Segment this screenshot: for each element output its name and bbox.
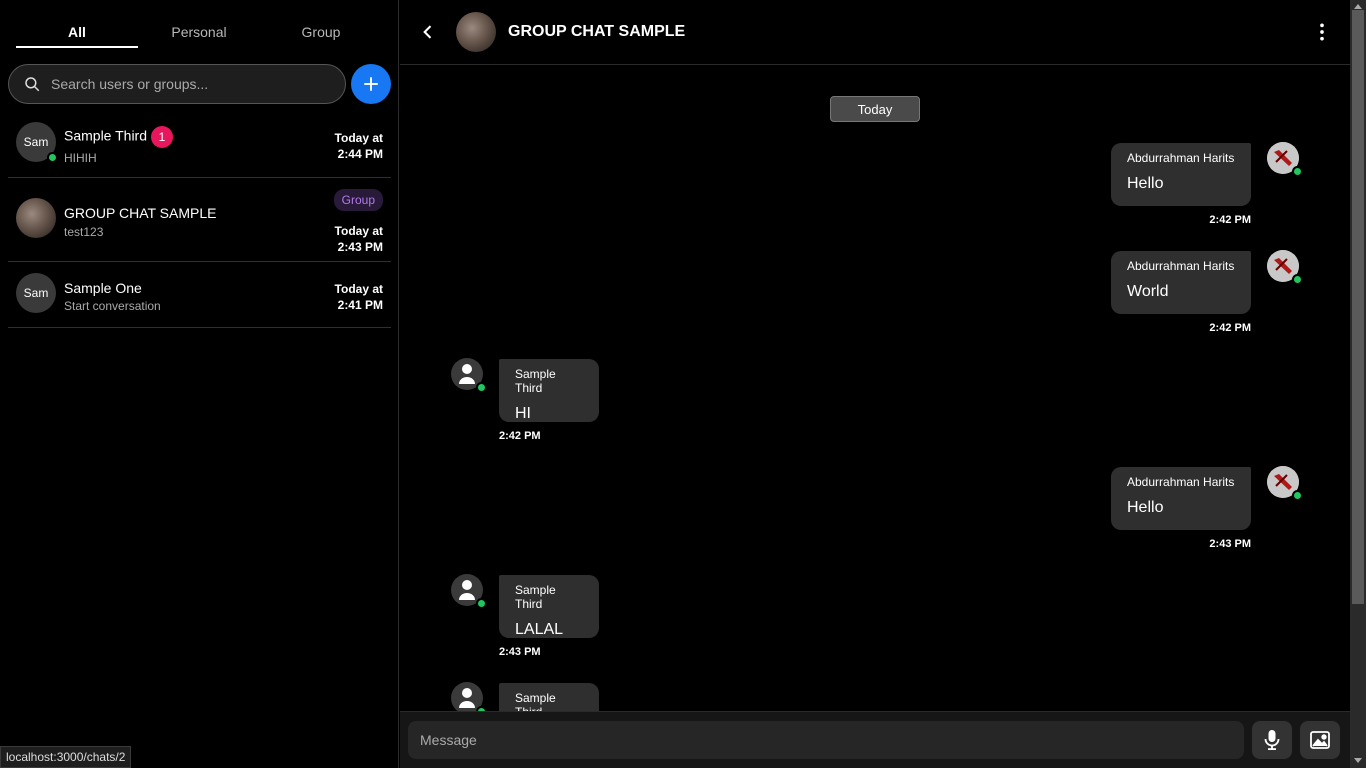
- message-text: Hello: [1127, 499, 1164, 516]
- tab-group[interactable]: Group: [260, 14, 382, 48]
- chat-time: Today at 2:41 PM: [335, 281, 383, 313]
- message-text: LALAL: [515, 621, 564, 638]
- back-arrow-icon[interactable]: [418, 22, 438, 42]
- tab-all[interactable]: All: [16, 14, 138, 48]
- chat-filter-tabs: All Personal Group: [16, 14, 382, 48]
- chat-name: Sample Third 1: [64, 126, 174, 148]
- search-input[interactable]: [51, 76, 331, 92]
- message-text: World: [1127, 283, 1169, 300]
- chat-time-line2: 2:41 PM: [337, 298, 383, 312]
- online-indicator: [476, 598, 487, 609]
- chat-time-line1: Today at: [334, 282, 383, 296]
- chat-list-item[interactable]: Sam Sample One Start conversation Today …: [8, 262, 391, 328]
- message-sender: Abdurrahman Harits: [1127, 259, 1235, 273]
- chat-time-line2: 2:44 PM: [337, 147, 383, 161]
- chat-list: Sam Sample Third 1 HIHIH Today at 2:44 PM …: [8, 112, 391, 328]
- message-bubble: Abdurrahman Harits Hello: [1111, 143, 1251, 206]
- chat-name: Sample One: [64, 280, 142, 296]
- message-outgoing: Abdurrahman Harits World 2:42 PM: [1111, 251, 1251, 334]
- group-avatar: [456, 12, 496, 52]
- chat-name-text: Sample Third: [64, 127, 148, 144]
- message-text: HI: [515, 405, 531, 422]
- chat-time: Today at 2:44 PM: [335, 130, 383, 162]
- message-sender: Sample Third: [515, 367, 556, 395]
- group-avatar: [16, 198, 56, 238]
- chat-time-line2: 2:43 PM: [337, 240, 383, 254]
- attach-image-button[interactable]: [1300, 721, 1340, 759]
- scroll-up-arrow-icon[interactable]: [1354, 4, 1362, 9]
- message-composer: [400, 711, 1350, 768]
- chat-name: GROUP CHAT SAMPLE: [64, 205, 217, 221]
- microphone-icon: [1264, 730, 1280, 750]
- message-incoming: Sample Third: [499, 683, 599, 711]
- message-incoming: Sample Third LALAL 2:43 PM: [499, 575, 599, 658]
- chat-list-item[interactable]: Sam Sample Third 1 HIHIH Today at 2:44 PM: [8, 112, 391, 178]
- message-time: 2:43 PM: [1209, 538, 1251, 550]
- scroll-down-arrow-icon[interactable]: [1354, 758, 1362, 763]
- message-bubble: Abdurrahman Harits World: [1111, 251, 1251, 314]
- plus-icon: [364, 77, 378, 91]
- chat-time-line1: Today at: [334, 131, 383, 145]
- avatar: Sam: [16, 273, 56, 313]
- message-time: 2:42 PM: [1209, 214, 1251, 226]
- online-indicator: [47, 152, 58, 163]
- message-sender: Abdurrahman Harits: [1127, 475, 1235, 489]
- chat-list-item[interactable]: GROUP CHAT SAMPLE test123 Group Today at…: [8, 178, 391, 262]
- message-sender: Sample Third: [515, 583, 556, 611]
- message-time: 2:42 PM: [1209, 322, 1251, 334]
- message-input[interactable]: [408, 721, 1244, 759]
- chat-panel: GROUP CHAT SAMPLE Today Abdurrahman Hari…: [400, 0, 1350, 768]
- chat-preview: Start conversation: [64, 299, 161, 313]
- chat-time: Today at 2:43 PM: [335, 223, 383, 255]
- message-outgoing: Abdurrahman Harits Hello 2:42 PM: [1111, 143, 1251, 226]
- tab-personal[interactable]: Personal: [138, 14, 260, 48]
- message-outgoing: Abdurrahman Harits Hello 2:43 PM: [1111, 467, 1251, 550]
- chat-header: GROUP CHAT SAMPLE: [400, 0, 1350, 65]
- user-icon: [459, 688, 475, 708]
- search-box: [8, 64, 346, 104]
- online-indicator: [1292, 490, 1303, 501]
- status-url: localhost:3000/chats/2: [0, 746, 132, 768]
- page-scrollbar[interactable]: [1350, 0, 1366, 768]
- message-bubble: Sample Third HI: [499, 359, 599, 422]
- message-time: 2:42 PM: [499, 430, 541, 442]
- group-tag: Group: [333, 189, 383, 211]
- user-icon: [459, 580, 475, 600]
- message-sender: Abdurrahman Harits: [1127, 151, 1235, 165]
- chat-app: All Personal Group Sam Sample Third1 HIH…: [0, 0, 1366, 768]
- message-bubble: Sample Third LALAL: [499, 575, 599, 638]
- voice-record-button[interactable]: [1252, 721, 1292, 759]
- online-indicator: [1292, 274, 1303, 285]
- message-text: Hello: [1127, 175, 1164, 192]
- online-indicator: [476, 382, 487, 393]
- new-chat-button[interactable]: [351, 64, 391, 104]
- image-icon: [1310, 731, 1330, 749]
- user-icon: [459, 364, 475, 384]
- search-icon: [25, 77, 40, 92]
- chat-preview: test123: [64, 225, 104, 239]
- chat-preview: HIHIH: [64, 151, 97, 165]
- unread-badge: 1: [151, 126, 174, 148]
- message-bubble: Abdurrahman Harits Hello: [1111, 467, 1251, 530]
- chat-time-line1: Today at: [334, 224, 383, 238]
- message-list: Today Abdurrahman Harits Hello 2:42 PM A…: [400, 65, 1350, 711]
- message-time: 2:43 PM: [499, 646, 541, 658]
- online-indicator: [1292, 166, 1303, 177]
- scrollbar-thumb[interactable]: [1352, 10, 1364, 604]
- more-options-icon[interactable]: [1312, 22, 1332, 42]
- message-incoming: Sample Third HI 2:42 PM: [499, 359, 599, 442]
- message-bubble: Sample Third: [499, 683, 599, 711]
- sidebar: All Personal Group Sam Sample Third1 HIH…: [0, 0, 399, 768]
- date-separator: Today: [830, 96, 920, 122]
- message-sender: Sample Third: [515, 691, 556, 711]
- chat-title: GROUP CHAT SAMPLE: [508, 23, 686, 40]
